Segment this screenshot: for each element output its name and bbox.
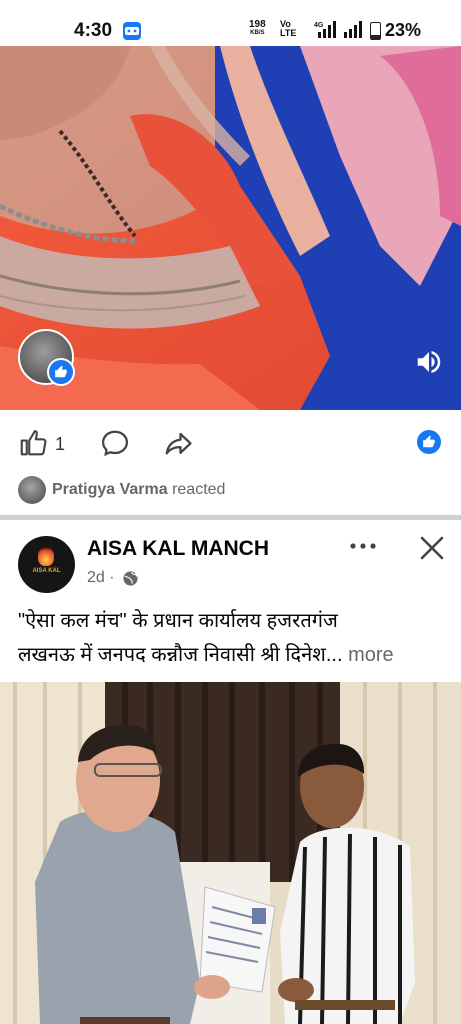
- share-icon: [165, 432, 192, 455]
- page-name[interactable]: AISA KAL MANCH: [87, 537, 269, 561]
- logo-text: AISA KAL: [32, 568, 61, 574]
- battery-icon: [370, 22, 381, 40]
- post-text-line-2: लखनऊ में जनपद कन्नौज निवासी श्री दिनेश..…: [18, 644, 394, 666]
- like-reaction-icon[interactable]: [417, 430, 441, 454]
- post-text-line-1: "ऐसा कल मंच" के प्रधान कार्यालय हजरतगंज: [18, 610, 338, 632]
- like-button[interactable]: [18, 428, 48, 463]
- post-photo[interactable]: [0, 682, 461, 1024]
- network-speed: 198 KB/S: [249, 19, 266, 37]
- like-icon: [47, 358, 75, 386]
- network-type-label: 4G: [314, 22, 324, 29]
- close-icon: [420, 536, 444, 560]
- reactor-avatar-small: [18, 476, 46, 504]
- globe-icon: [123, 571, 138, 586]
- speaker-icon[interactable]: [414, 347, 444, 382]
- app-notification-icon: [123, 22, 141, 40]
- photo-scene: [0, 682, 461, 1024]
- see-more-link[interactable]: more: [348, 644, 394, 666]
- like-count[interactable]: 1: [55, 434, 65, 455]
- battery-percentage: 23%: [385, 20, 422, 40]
- post-time[interactable]: 2d ·: [87, 569, 115, 587]
- post-text[interactable]: "ऐसा कल मंच" के प्रधान कार्यालय हजरतगंज …: [18, 604, 450, 672]
- reactor-name[interactable]: Pratigya Varma: [52, 481, 168, 498]
- flame-logo-icon: [38, 546, 54, 566]
- status-time: 4:30: [74, 20, 113, 41]
- signal-strength-icon: 4G: [314, 21, 336, 38]
- page-avatar[interactable]: AISA KAL: [18, 536, 75, 593]
- reacted-text: Pratigya Varma reacted: [52, 481, 226, 498]
- post-actions: 1: [0, 420, 461, 466]
- thumbs-up-icon: [20, 430, 47, 456]
- signal-strength-icon-2: [344, 21, 362, 38]
- post-header: AISA KAL AISA KAL MANCH 2d ·: [0, 520, 461, 600]
- more-dots-icon: [350, 543, 376, 549]
- hide-post-button[interactable]: [418, 534, 446, 562]
- comment-button[interactable]: [100, 428, 130, 463]
- volte-indicator: Vo LTE: [280, 19, 297, 38]
- comment-icon: [101, 430, 129, 457]
- more-options-button[interactable]: [347, 538, 379, 558]
- share-button[interactable]: [163, 429, 193, 464]
- status-bar: 4:30 198 KB/S Vo LTE 4G 23%: [0, 0, 461, 46]
